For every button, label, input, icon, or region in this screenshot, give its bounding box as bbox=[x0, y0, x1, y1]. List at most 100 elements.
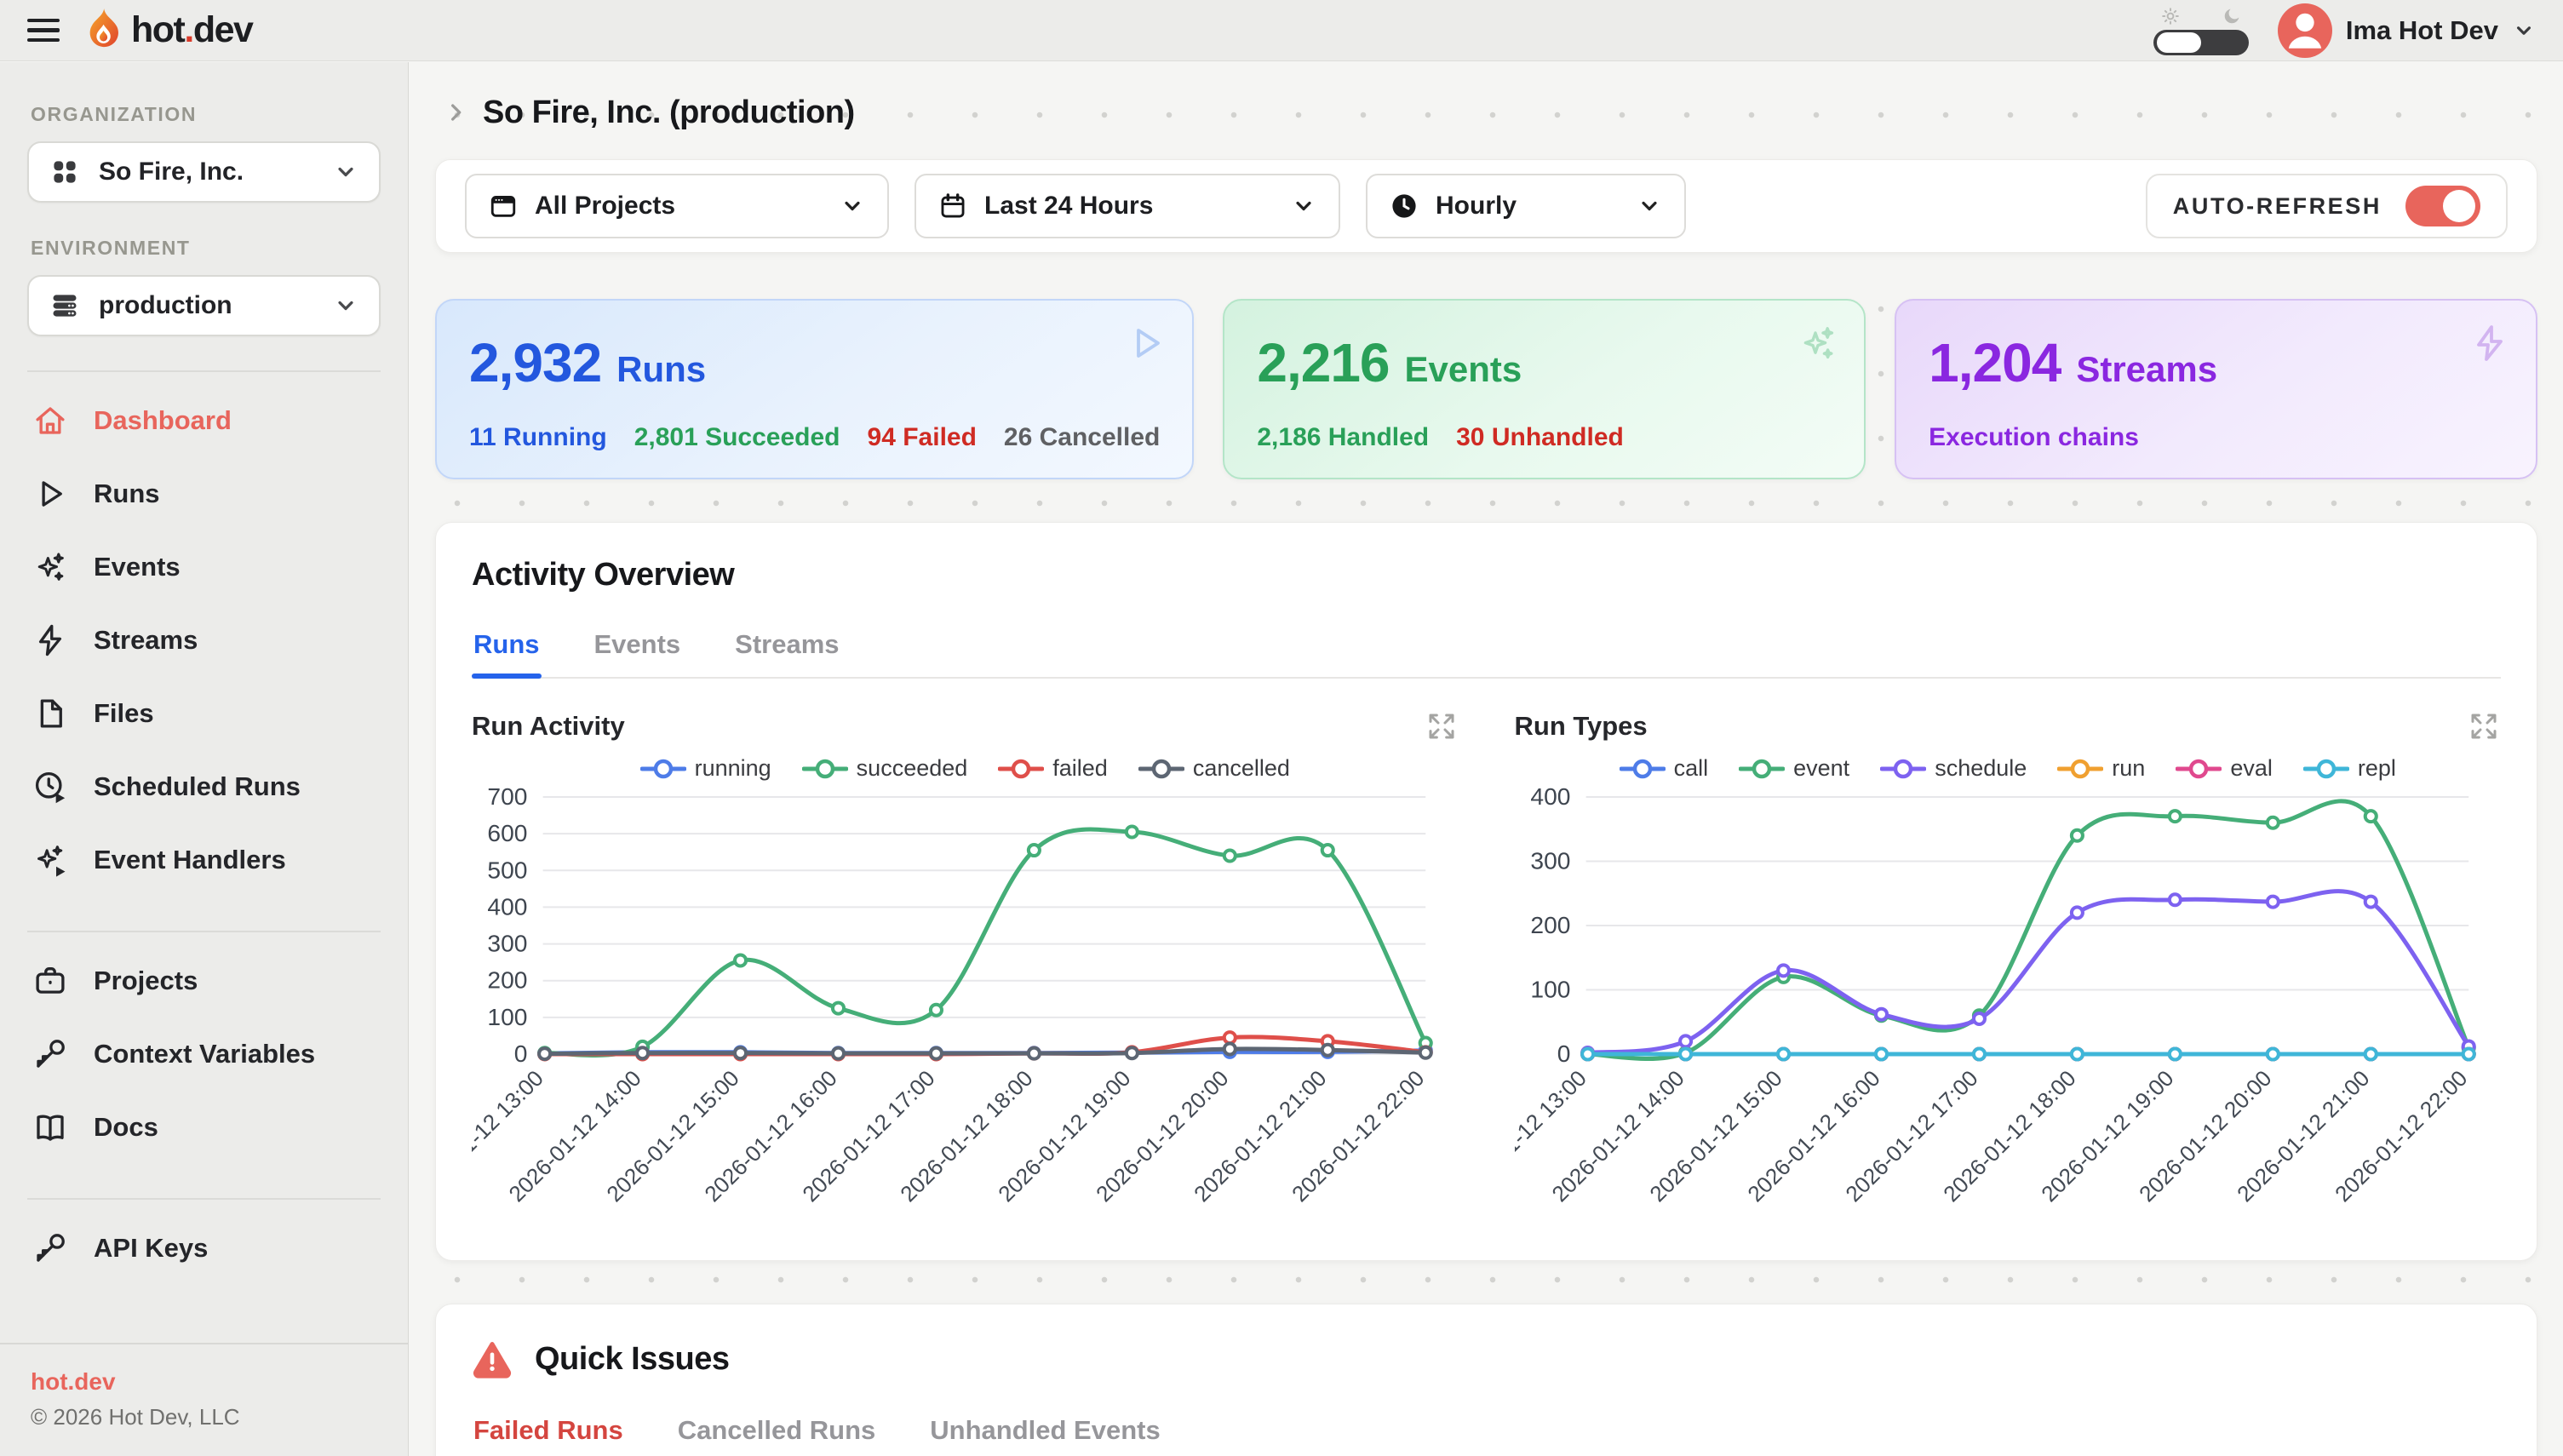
chevron-down-icon bbox=[333, 159, 358, 185]
stat-breakdown: Execution chains bbox=[1929, 423, 2503, 452]
brand-logo[interactable]: hot.dev bbox=[83, 8, 252, 54]
svg-text:600: 600 bbox=[487, 820, 527, 846]
sidebar-item-runs[interactable]: Runs bbox=[27, 457, 381, 530]
main-content: So Fire, Inc. (production) All Projects … bbox=[410, 62, 2563, 1456]
stat-card-streams[interactable]: 1,204StreamsExecution chains bbox=[1895, 299, 2537, 479]
clock-icon bbox=[1390, 192, 1419, 221]
svg-text:700: 700 bbox=[487, 783, 527, 810]
legend-label: cancelled bbox=[1193, 755, 1290, 782]
sidebar-item-label: Streams bbox=[94, 625, 198, 656]
stat-card-runs[interactable]: 2,932Runs11 Running2,801 Succeeded94 Fai… bbox=[435, 299, 1194, 479]
time-range-dropdown[interactable]: Last 24 Hours bbox=[915, 174, 1340, 238]
sidebar-item-context-variables[interactable]: Context Variables bbox=[27, 1017, 381, 1091]
tab-streams[interactable]: Streams bbox=[733, 629, 840, 677]
quick-issues-tabs: Failed Runs Cancelled Runs Unhandled Event… bbox=[472, 1415, 2501, 1456]
sidebar: ORGANIZATION So Fire, Inc. ENVIRONMENT p… bbox=[0, 62, 409, 1456]
sidebar-item-streams[interactable]: Streams bbox=[27, 604, 381, 677]
sidebar-item-dashboard[interactable]: Dashboard bbox=[27, 384, 381, 457]
briefcase-icon bbox=[32, 963, 68, 999]
activity-tabs: Runs Events Streams bbox=[472, 629, 2501, 679]
charts-row: Run Activityrunningsucceededfailedcancel… bbox=[472, 709, 2501, 1226]
sidebar-item-projects[interactable]: Projects bbox=[27, 944, 381, 1017]
sidebar-item-docs[interactable]: Docs bbox=[27, 1091, 381, 1164]
sidebar-item-event-handlers[interactable]: Event Handlers bbox=[27, 823, 381, 897]
sidebar-item-label: Events bbox=[94, 552, 181, 582]
project-filter-dropdown[interactable]: All Projects bbox=[465, 174, 889, 238]
sidebar-item-label: Projects bbox=[94, 966, 198, 996]
legend-label: run bbox=[2112, 755, 2145, 782]
tab-events[interactable]: Events bbox=[593, 629, 683, 677]
sidebar-item-api-keys[interactable]: API Keys bbox=[27, 1212, 381, 1285]
chart-legend: running succeeded failed cancelled bbox=[472, 755, 1459, 782]
legend-item-eval[interactable]: eval bbox=[2176, 755, 2273, 782]
svg-text:0: 0 bbox=[514, 1040, 528, 1067]
window-icon bbox=[489, 192, 518, 221]
theme-toggle-track[interactable] bbox=[2153, 30, 2249, 55]
interval-value: Hourly bbox=[1436, 192, 1517, 221]
footer-brand-link[interactable]: hot.dev bbox=[31, 1368, 377, 1396]
stat-value: 1,204 bbox=[1929, 331, 2061, 394]
svg-text:400: 400 bbox=[487, 894, 527, 920]
chevron-down-icon bbox=[2512, 19, 2536, 43]
topbar: hot.dev Ima Hot Dev bbox=[0, 0, 2563, 61]
svg-text:300: 300 bbox=[487, 931, 527, 957]
legend-item-cancelled[interactable]: cancelled bbox=[1138, 755, 1290, 782]
environment-select[interactable]: production bbox=[27, 275, 381, 336]
legend-item-call[interactable]: call bbox=[1620, 755, 1709, 782]
server-icon bbox=[49, 290, 80, 321]
bolt-icon bbox=[2469, 323, 2510, 364]
expand-icon[interactable] bbox=[2467, 709, 2501, 743]
interval-dropdown[interactable]: Hourly bbox=[1366, 174, 1686, 238]
legend-label: failed bbox=[1052, 755, 1108, 782]
legend-item-run[interactable]: run bbox=[2057, 755, 2145, 782]
chart-title: Run Types bbox=[1515, 711, 1648, 742]
run-types-chart-panel: Run Types call event schedule run eval repl010… bbox=[1515, 709, 2502, 1226]
book-icon bbox=[32, 1109, 68, 1145]
svg-text:100: 100 bbox=[1530, 977, 1570, 1003]
tab-cancelled-runs[interactable]: Cancelled Runs bbox=[676, 1415, 878, 1456]
auto-refresh-toggle[interactable] bbox=[2405, 186, 2480, 226]
sidebar-item-label: Runs bbox=[94, 479, 160, 509]
chevron-down-icon bbox=[333, 293, 358, 318]
legend-item-event[interactable]: event bbox=[1739, 755, 1849, 782]
tab-runs[interactable]: Runs bbox=[472, 629, 542, 677]
legend-item-succeeded[interactable]: succeeded bbox=[802, 755, 968, 782]
key-icon bbox=[32, 1230, 68, 1266]
chevron-down-icon bbox=[1291, 193, 1316, 219]
sidebar-item-label: API Keys bbox=[94, 1233, 208, 1264]
sidebar-item-label: Files bbox=[94, 698, 154, 729]
organization-value: So Fire, Inc. bbox=[99, 158, 244, 186]
sidebar-item-files[interactable]: Files bbox=[27, 677, 381, 750]
sidebar-item-label: Scheduled Runs bbox=[94, 771, 301, 802]
legend-item-failed[interactable]: failed bbox=[998, 755, 1108, 782]
theme-toggle-knob bbox=[2157, 32, 2201, 53]
quick-issues-panel: Quick Issues Failed RunsCancelled RunsUn… bbox=[435, 1304, 2537, 1456]
run-types-chart: 01002003004002026-01-12 13:002026-01-12 … bbox=[1515, 783, 2502, 1226]
stat-card-events[interactable]: 2,216Events2,186 Handled30 Unhandled bbox=[1223, 299, 1866, 479]
tab-unhandled-events[interactable]: Unhandled Events bbox=[928, 1415, 1161, 1456]
chevron-down-icon bbox=[840, 193, 865, 219]
theme-toggle[interactable] bbox=[2153, 6, 2249, 55]
home-icon bbox=[32, 403, 68, 439]
organization-select[interactable]: So Fire, Inc. bbox=[27, 141, 381, 203]
moon-icon bbox=[2222, 6, 2242, 26]
sidebar-item-scheduled-runs[interactable]: Scheduled Runs bbox=[27, 750, 381, 823]
chevron-right-icon bbox=[442, 99, 469, 126]
project-filter-value: All Projects bbox=[535, 192, 675, 221]
menu-icon[interactable] bbox=[27, 19, 60, 43]
stat-breakdown-item: 11 Running bbox=[469, 423, 607, 452]
legend-item-running[interactable]: running bbox=[640, 755, 771, 782]
sidebar-item-events[interactable]: Events bbox=[27, 530, 381, 604]
legend-label: schedule bbox=[1935, 755, 2027, 782]
user-menu[interactable]: Ima Hot Dev bbox=[2278, 3, 2536, 58]
stat-breakdown-item: 94 Failed bbox=[868, 423, 977, 452]
legend-item-schedule[interactable]: schedule bbox=[1880, 755, 2027, 782]
breadcrumb: So Fire, Inc. (production) bbox=[435, 84, 2537, 140]
legend-item-repl[interactable]: repl bbox=[2303, 755, 2396, 782]
expand-icon[interactable] bbox=[1425, 709, 1459, 743]
warning-icon bbox=[472, 1338, 513, 1379]
legend-label: call bbox=[1674, 755, 1709, 782]
tab-failed-runs[interactable]: Failed Runs bbox=[472, 1415, 625, 1456]
grid-icon bbox=[49, 157, 80, 187]
sparkles-icon bbox=[32, 549, 68, 585]
